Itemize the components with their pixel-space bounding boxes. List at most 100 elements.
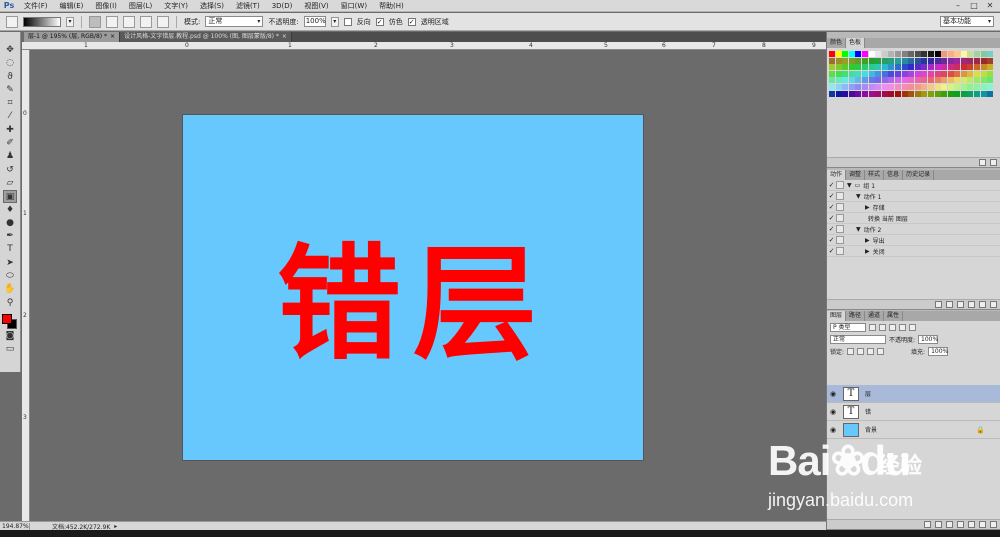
checkmark-icon[interactable]: ✓: [827, 192, 836, 200]
swatch[interactable]: [848, 77, 855, 84]
swatch[interactable]: [868, 51, 875, 57]
marquee-tool-icon[interactable]: ◌: [3, 57, 17, 70]
opacity-dropdown[interactable]: ▾: [330, 16, 339, 27]
swatch[interactable]: [901, 64, 908, 71]
swatch[interactable]: [848, 90, 855, 97]
record-button[interactable]: [946, 301, 953, 308]
tab-layers[interactable]: 图层: [827, 311, 847, 321]
swatch[interactable]: [960, 70, 967, 77]
checkmark-icon[interactable]: ✓: [827, 203, 836, 211]
dialog-toggle[interactable]: [836, 181, 844, 189]
close-icon[interactable]: ×: [282, 33, 287, 40]
gradient-preview[interactable]: [23, 16, 61, 27]
eye-icon[interactable]: ◉: [827, 390, 839, 398]
swatch[interactable]: [967, 64, 974, 71]
filter-pixel-icon[interactable]: [869, 323, 876, 331]
swatch[interactable]: [861, 77, 868, 84]
swatch[interactable]: [908, 83, 915, 90]
swatch[interactable]: [947, 57, 954, 64]
color-swatch[interactable]: [2, 313, 18, 330]
swatch[interactable]: [960, 77, 967, 84]
swatch[interactable]: [835, 64, 842, 71]
menu-3d[interactable]: 3D(D): [266, 2, 299, 10]
swatch[interactable]: [861, 64, 868, 71]
swatch[interactable]: [881, 57, 888, 64]
tab-properties[interactable]: 属性: [884, 311, 904, 321]
new-group-button[interactable]: [968, 521, 975, 528]
swatch[interactable]: [894, 77, 901, 84]
swatch[interactable]: [974, 70, 981, 77]
swatch[interactable]: [921, 90, 928, 97]
layer-name[interactable]: 错: [865, 407, 871, 416]
status-menu-icon[interactable]: ▸: [114, 523, 117, 530]
swatch[interactable]: [947, 90, 954, 97]
filter-type-icon[interactable]: [889, 323, 896, 331]
dialog-toggle[interactable]: [836, 247, 844, 255]
swatch[interactable]: [921, 70, 928, 77]
swatch[interactable]: [908, 51, 915, 57]
quick-select-tool-icon[interactable]: ✎: [3, 84, 17, 97]
swatch[interactable]: [901, 70, 908, 77]
swatch[interactable]: [967, 77, 974, 84]
swatch[interactable]: [901, 90, 908, 97]
menu-layer[interactable]: 图层(L): [123, 1, 158, 11]
swatch[interactable]: [941, 64, 948, 71]
swatch[interactable]: [875, 83, 882, 90]
gradient-tool-icon[interactable]: ▣: [3, 190, 17, 204]
swatch[interactable]: [980, 83, 987, 90]
adjustment-layer-button[interactable]: [957, 521, 964, 528]
swatch[interactable]: [861, 83, 868, 90]
layer-style-button[interactable]: [935, 521, 942, 528]
swatch[interactable]: [980, 51, 987, 57]
swatch[interactable]: [941, 77, 948, 84]
expand-triangle-icon[interactable]: ▶: [865, 204, 870, 211]
swatch[interactable]: [934, 57, 941, 64]
swatch[interactable]: [980, 57, 987, 64]
swatch[interactable]: [974, 90, 981, 97]
swatch[interactable]: [881, 90, 888, 97]
blur-tool-icon[interactable]: ♦: [3, 204, 17, 217]
swatch[interactable]: [842, 70, 849, 77]
swatch[interactable]: [934, 77, 941, 84]
swatch[interactable]: [835, 57, 842, 64]
swatch[interactable]: [934, 90, 941, 97]
action-row[interactable]: ✓ ▶ 存储: [827, 202, 1000, 213]
swatch[interactable]: [842, 51, 849, 57]
swatch[interactable]: [927, 83, 934, 90]
dither-checkbox[interactable]: ✓: [375, 17, 384, 26]
swatch[interactable]: [894, 64, 901, 71]
swatch[interactable]: [954, 77, 961, 84]
document-canvas[interactable]: 错层: [183, 115, 643, 460]
swatch[interactable]: [914, 70, 921, 77]
radial-gradient-button[interactable]: [106, 15, 118, 28]
expand-triangle-icon[interactable]: ▼: [856, 226, 861, 233]
swatch[interactable]: [881, 64, 888, 71]
crop-tool-icon[interactable]: ⌗: [3, 97, 17, 110]
swatch[interactable]: [960, 57, 967, 64]
zoom-tool-icon[interactable]: ⚲: [3, 297, 17, 310]
checkmark-icon[interactable]: ✓: [827, 181, 836, 189]
swatch[interactable]: [868, 64, 875, 71]
eye-icon[interactable]: ◉: [827, 408, 839, 416]
menu-help[interactable]: 帮助(H): [373, 1, 410, 11]
swatch[interactable]: [927, 64, 934, 71]
swatch[interactable]: [888, 51, 895, 57]
swatch[interactable]: [829, 83, 835, 90]
swatch[interactable]: [868, 57, 875, 64]
swatch[interactable]: [875, 70, 882, 77]
swatch[interactable]: [848, 64, 855, 71]
swatch[interactable]: [987, 77, 994, 84]
swatch[interactable]: [941, 51, 948, 57]
layer-name[interactable]: 层: [865, 389, 871, 398]
swatch[interactable]: [941, 70, 948, 77]
swatch[interactable]: [934, 70, 941, 77]
menu-select[interactable]: 选择(S): [194, 1, 230, 11]
dialog-toggle[interactable]: [836, 214, 844, 222]
swatch[interactable]: [987, 57, 994, 64]
tab-channels[interactable]: 通道: [865, 311, 885, 321]
swatch[interactable]: [888, 64, 895, 71]
swatch[interactable]: [927, 90, 934, 97]
swatch[interactable]: [947, 77, 954, 84]
menu-file[interactable]: 文件(F): [18, 1, 54, 11]
link-layers-button[interactable]: [924, 521, 931, 528]
